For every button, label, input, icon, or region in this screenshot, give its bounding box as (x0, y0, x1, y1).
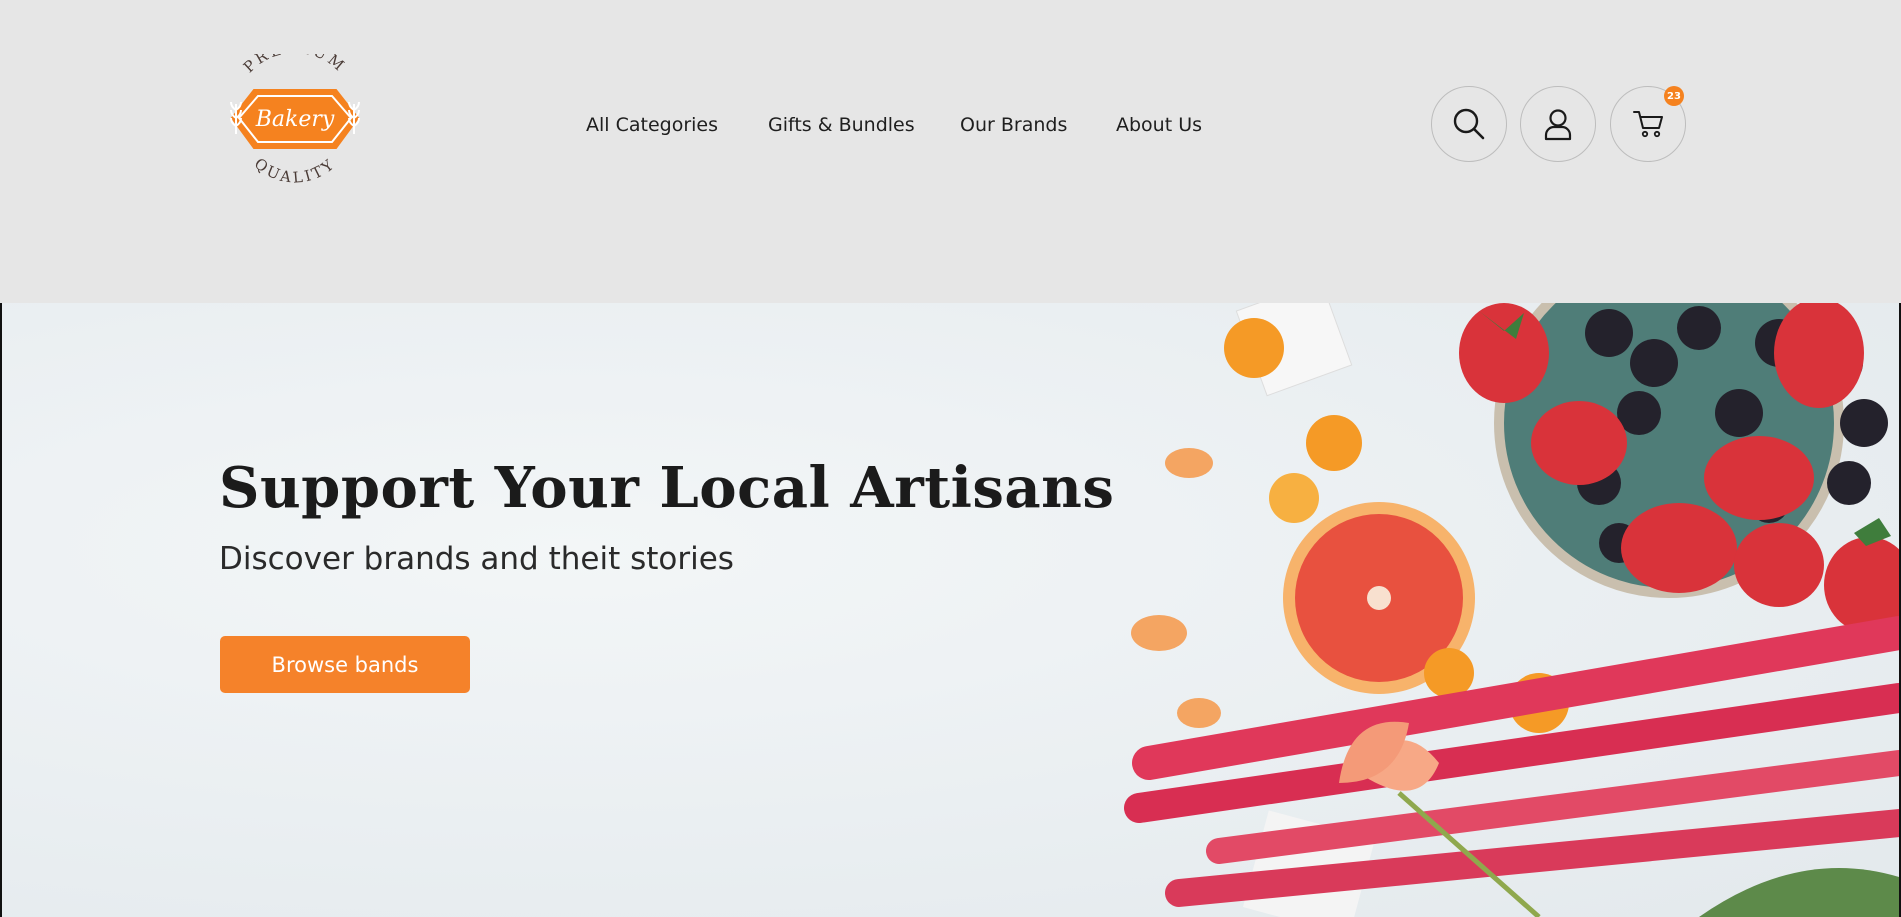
search-icon (1453, 108, 1485, 140)
logo-top-text: PREMIUM (240, 39, 347, 76)
site-header: PREMIUM Bakery QUALITY All Categories Gi… (0, 0, 1901, 303)
hero-title: Support Your Local Artisans (219, 455, 1115, 521)
nav-gifts-bundles[interactable]: Gifts & Bundles (768, 112, 915, 138)
logo-center-text: Bakery (255, 107, 335, 132)
svg-text:PREMIUM: PREMIUM (240, 54, 350, 76)
svg-text:QUALITY: QUALITY (251, 154, 339, 186)
hero-subtitle: Discover brands and theit stories (219, 541, 734, 577)
cart-icon (1633, 111, 1663, 138)
user-icon (1544, 109, 1572, 141)
fruit-image (1124, 303, 1899, 917)
nav-all-categories[interactable]: All Categories (586, 112, 718, 138)
bakery-logo[interactable]: PREMIUM Bakery QUALITY (214, 39, 376, 196)
nav-about-us[interactable]: About Us (1116, 112, 1202, 138)
cart-count-badge: 23 (1664, 86, 1684, 106)
nav-our-brands[interactable]: Our Brands (960, 112, 1067, 138)
search-button[interactable] (1431, 86, 1507, 162)
browse-brands-button[interactable]: Browse bands (220, 636, 470, 693)
hero-banner: Support Your Local Artisans Discover bra… (0, 303, 1901, 917)
account-button[interactable] (1520, 86, 1596, 162)
logo-bottom-text: QUALITY (251, 154, 336, 186)
